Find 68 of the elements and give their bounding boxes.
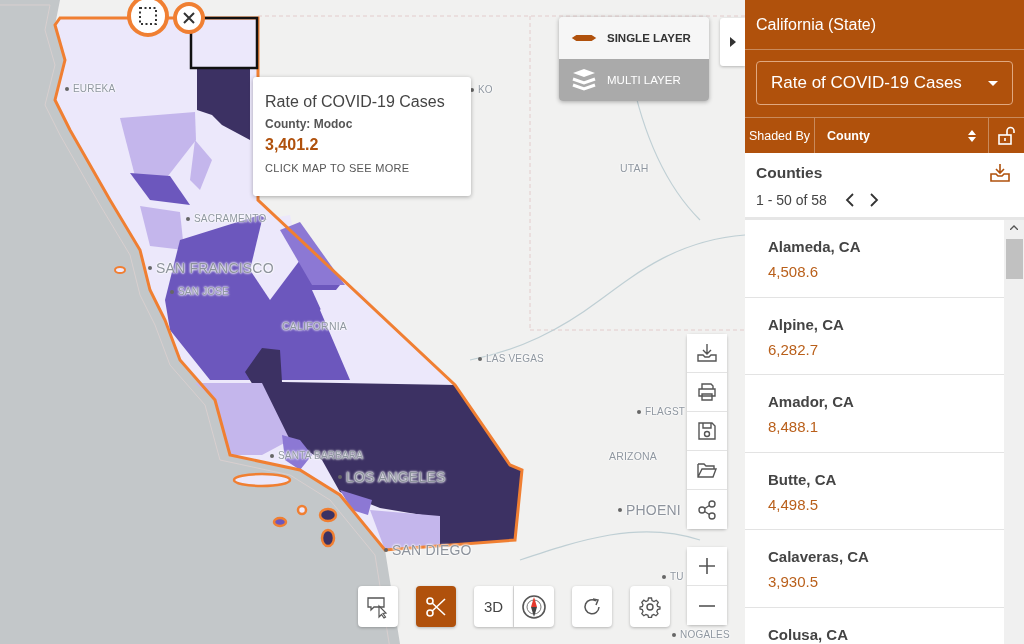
tooltip-subtitle: County: Modoc (265, 117, 354, 131)
tooltip-value: 3,401.2 (265, 136, 320, 154)
share-icon (696, 498, 718, 521)
print-icon (696, 381, 718, 403)
stacked-layers-icon (571, 68, 597, 92)
select-tool-icon (366, 594, 390, 619)
settings-button[interactable] (630, 586, 670, 627)
map-label: FLAGST (637, 407, 686, 417)
compass-icon (521, 593, 547, 620)
map-label: EUREKA (65, 84, 116, 94)
map-label: PHOENI (618, 503, 681, 517)
scissors-icon (425, 595, 447, 618)
download-icon (696, 342, 718, 364)
folder-button[interactable] (687, 451, 727, 490)
collapse-button[interactable] (720, 18, 745, 66)
close-icon (182, 11, 196, 25)
county-name: Colusa, CA (768, 625, 849, 643)
map-label: LOS ANGELES (338, 470, 446, 484)
county-value: 3,930.5 (768, 573, 820, 590)
3d-button[interactable]: 3D (474, 586, 514, 627)
save-button[interactable] (687, 412, 727, 451)
measure-dropdown[interactable]: Rate of COVID-19 Cases (756, 61, 1013, 105)
scroll-thumb[interactable] (1005, 239, 1023, 279)
zoom-in-icon (698, 557, 716, 575)
caret-icon (988, 80, 998, 86)
zoom-out-button[interactable] (687, 586, 727, 625)
rectangle-select-icon (137, 5, 159, 27)
refresh-button[interactable] (572, 586, 612, 627)
next-page-icon (868, 193, 879, 207)
zoom-in-button[interactable] (687, 547, 727, 586)
map-label: ARIZONA (609, 451, 658, 462)
compass-button[interactable] (514, 586, 554, 627)
tooltip-hint: CLICK MAP TO SEE MORE (265, 162, 411, 174)
county-name: Alameda, CA (768, 238, 862, 255)
map-label: KO (470, 85, 493, 95)
county-name: Butte, CA (768, 470, 838, 488)
list-title: Counties (756, 164, 823, 182)
map-label: SAN JOSE (170, 287, 230, 297)
map-label: UTAH (620, 163, 649, 174)
county-value: 4,508.6 (768, 263, 820, 280)
county-name: Calaveras, CA (768, 548, 870, 565)
map-label: NOGALES (672, 630, 730, 640)
download-button[interactable] (687, 334, 727, 373)
zoom-out-icon (698, 604, 716, 607)
print-button[interactable] (687, 373, 727, 412)
select-tool-button[interactable] (358, 586, 398, 627)
save-icon (696, 420, 718, 442)
county-value: 4,498.5 (768, 495, 820, 513)
layer-option[interactable]: SINGLE LAYER (559, 17, 709, 59)
pagination-text: 1 - 50 of 58 (756, 192, 827, 208)
collapse-icon (729, 37, 736, 47)
county-name: Amador, CA (768, 393, 855, 410)
panel-title: California (State) (745, 0, 1024, 50)
settings-icon (639, 595, 661, 618)
scissors-button[interactable] (416, 586, 456, 627)
sort-icon (968, 129, 976, 142)
lock-icon (996, 125, 1017, 146)
single-layer-icon (571, 33, 597, 43)
export-icon (989, 163, 1011, 183)
county-name: Alpine, CA (768, 315, 845, 333)
previous-page-icon (844, 193, 855, 207)
county-value: 6,282.7 (768, 340, 820, 358)
map-label: LAS VEGAS (478, 354, 544, 364)
export-button[interactable] (987, 161, 1013, 185)
share-button[interactable] (687, 490, 727, 529)
county-value: 8,488.1 (768, 418, 820, 435)
tooltip-title: Rate of COVID-19 Cases (265, 93, 446, 111)
map-label: TU (662, 572, 684, 582)
